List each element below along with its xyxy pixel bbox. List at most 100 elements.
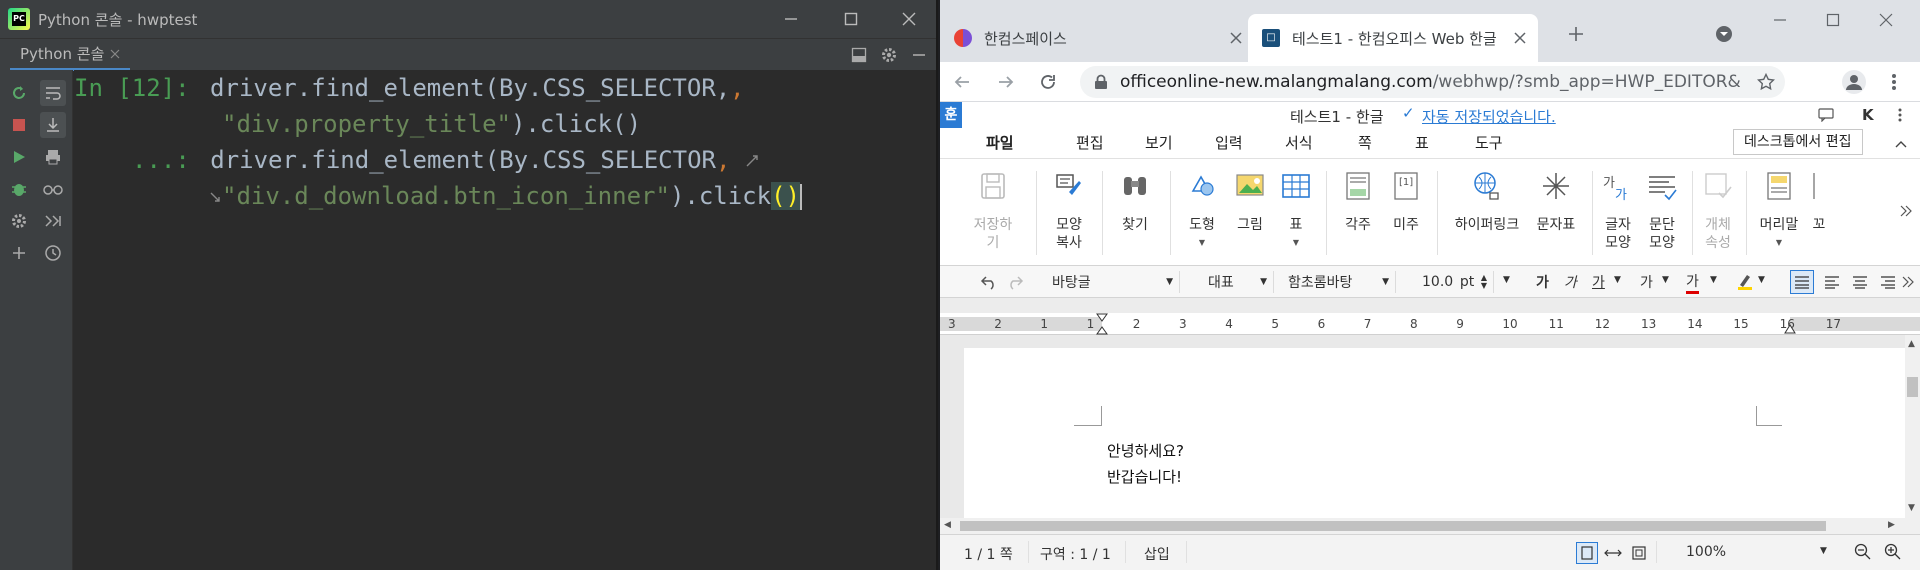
para-shape-button[interactable]: 문단 모양 (1642, 169, 1682, 252)
align-right-icon[interactable] (1880, 275, 1896, 289)
scroll-thumb[interactable] (960, 521, 1826, 531)
menu-view[interactable]: 보기 (1145, 132, 1173, 153)
underline-button[interactable]: 가 (1592, 272, 1605, 292)
indent-marker-icon[interactable] (1096, 313, 1108, 335)
reload-button[interactable] (1034, 68, 1062, 96)
font-select[interactable]: 함초롬바탕 ▼ (1282, 271, 1396, 293)
scroll-left-icon[interactable]: ◀ (944, 520, 951, 530)
language-select[interactable]: 대표 ▼ (1202, 271, 1274, 293)
insert-mode[interactable]: 삽입 (1144, 544, 1170, 564)
zoom-in-icon[interactable] (1884, 543, 1902, 561)
menu-tools[interactable]: 도구 (1475, 132, 1503, 153)
align-center-icon[interactable] (1852, 275, 1868, 289)
bold-button[interactable]: 가 (1536, 272, 1549, 292)
style-select[interactable]: 바탕글 ▼ (1046, 271, 1180, 293)
execute-button[interactable] (6, 144, 32, 170)
minimize-button[interactable] (776, 4, 806, 34)
autosave-status[interactable]: 자동 저장되었습니다. (1422, 106, 1556, 127)
close-tab-icon[interactable] (1514, 32, 1526, 44)
char-shape-button[interactable]: 가가 글자 모양 (1598, 169, 1638, 252)
picture-button[interactable]: 그림 (1226, 169, 1274, 234)
caret-down-icon[interactable]: ▼ (1758, 275, 1765, 285)
document-page[interactable]: 안녕하세요? 반갑습니다! (964, 348, 1905, 518)
document-canvas[interactable]: 안녕하세요? 반갑습니다! (940, 335, 1905, 518)
undo-icon[interactable] (980, 274, 998, 290)
comment-icon[interactable] (1818, 108, 1834, 122)
font-size-stepper[interactable]: 10.0 pt ▲ ▼ (1416, 271, 1494, 293)
zoom-out-icon[interactable] (1854, 543, 1872, 561)
caret-down-icon[interactable]: ▼ (1710, 275, 1717, 285)
charmap-button[interactable]: 문자표 (1528, 169, 1584, 234)
endnote-button[interactable]: [1] 미주 (1384, 169, 1428, 234)
menu-insert[interactable]: 입력 (1215, 132, 1243, 153)
desktop-edit-button[interactable]: 데스크톱에서 편집 (1733, 129, 1863, 155)
scroll-right-icon[interactable]: ▶ (1888, 520, 1895, 530)
strike-button[interactable]: 가 (1640, 272, 1653, 292)
document-text[interactable]: 안녕하세요? 반갑습니다! (1107, 438, 1184, 490)
debug-button[interactable] (6, 176, 32, 202)
zoom-level[interactable]: 100% (1686, 544, 1726, 560)
console-settings-button[interactable] (6, 208, 32, 234)
star-icon[interactable] (1757, 73, 1775, 91)
close-tab-icon[interactable] (110, 49, 120, 59)
layout-button[interactable] (848, 44, 870, 66)
scroll-thumb[interactable] (1907, 377, 1918, 397)
console-editor[interactable]: In [12]: driver.find_element(By.CSS_SELE… (74, 70, 936, 570)
redo-icon[interactable] (1006, 274, 1024, 290)
browser-tab-hwp[interactable]: □ 테스트1 - 한컴오피스 Web 한글 (1248, 14, 1538, 62)
page-indicator[interactable]: 1 / 1 쪽 (964, 544, 1013, 564)
caret-down-icon[interactable]: ▼ (1614, 275, 1621, 285)
new-console-button[interactable] (6, 240, 32, 266)
history-button[interactable] (40, 240, 66, 266)
maximize-button[interactable] (836, 4, 866, 34)
caret-down-icon[interactable]: ▼ (1820, 546, 1827, 556)
align-justify-button[interactable] (1790, 270, 1814, 294)
horizontal-ruler[interactable]: 3 2 1 1 2 3 4 5 6 7 8 9 10 11 12 13 14 15 16 17 (940, 313, 1920, 335)
browser-close-button[interactable] (1866, 6, 1906, 34)
browser-maximize-button[interactable] (1813, 6, 1853, 34)
right-indent-marker-icon[interactable] (1784, 324, 1796, 334)
soft-wrap-button[interactable] (40, 80, 66, 106)
view-normal-button[interactable] (1576, 542, 1598, 564)
footnote-button[interactable]: 각주 (1336, 169, 1380, 234)
caret-down-icon[interactable]: ▼ (1503, 275, 1510, 285)
menu-table[interactable]: 표 (1415, 132, 1429, 153)
more-icon[interactable] (1898, 108, 1902, 122)
fit-page-icon[interactable] (1632, 546, 1646, 560)
scroll-down-icon[interactable]: ▼ (1908, 503, 1915, 513)
menu-edit[interactable]: 편집 (1076, 132, 1104, 153)
tab-python-console[interactable]: Python 콘솔 (10, 39, 131, 71)
profile-button[interactable] (1838, 66, 1870, 98)
ribbon-scroll-right[interactable] (1898, 199, 1914, 223)
menu-file[interactable]: 파일 (986, 132, 1014, 153)
header-button[interactable]: 머리말 ▼ (1754, 169, 1804, 252)
chevron-up-icon[interactable] (1895, 140, 1907, 148)
browser-menu-button[interactable] (1880, 68, 1908, 96)
save-button[interactable]: 저장하기 (968, 169, 1018, 252)
close-tab-icon[interactable] (1230, 32, 1242, 44)
italic-button[interactable]: 가 (1564, 272, 1577, 292)
align-left-icon[interactable] (1824, 275, 1840, 289)
fit-width-icon[interactable] (1604, 546, 1622, 560)
object-props-button[interactable]: 개체 속성 (1698, 169, 1738, 252)
browser-tab-hancomspace[interactable]: 한컴스페이스 (940, 14, 1248, 62)
stop-button[interactable] (6, 112, 32, 138)
footer-button[interactable]: 꼬 (1806, 169, 1832, 234)
variables-button[interactable] (40, 176, 66, 202)
address-bar[interactable]: officeonline-new.malangmalang.com/webhwp… (1080, 66, 1785, 98)
find-button[interactable]: 찾기 (1110, 169, 1160, 234)
caret-down-icon[interactable]: ▼ (1662, 275, 1669, 285)
browser-minimize-button[interactable] (1760, 6, 1800, 34)
double-chevron-right-icon[interactable] (1902, 276, 1914, 288)
horizontal-scrollbar[interactable]: ◀ ▶ (940, 518, 1920, 534)
menu-page[interactable]: 쪽 (1358, 132, 1372, 153)
font-color-button[interactable]: 가 (1686, 271, 1699, 294)
more-actions-button[interactable] (40, 208, 66, 234)
back-button[interactable] (948, 68, 976, 96)
format-copy-button[interactable]: 모양 복사 (1044, 169, 1094, 252)
hide-panel-button[interactable] (908, 44, 930, 66)
rerun-button[interactable] (6, 80, 32, 106)
print-button[interactable] (40, 144, 66, 170)
shape-button[interactable]: 도형 ▼ (1178, 169, 1226, 252)
new-tab-button[interactable] (1562, 20, 1590, 48)
